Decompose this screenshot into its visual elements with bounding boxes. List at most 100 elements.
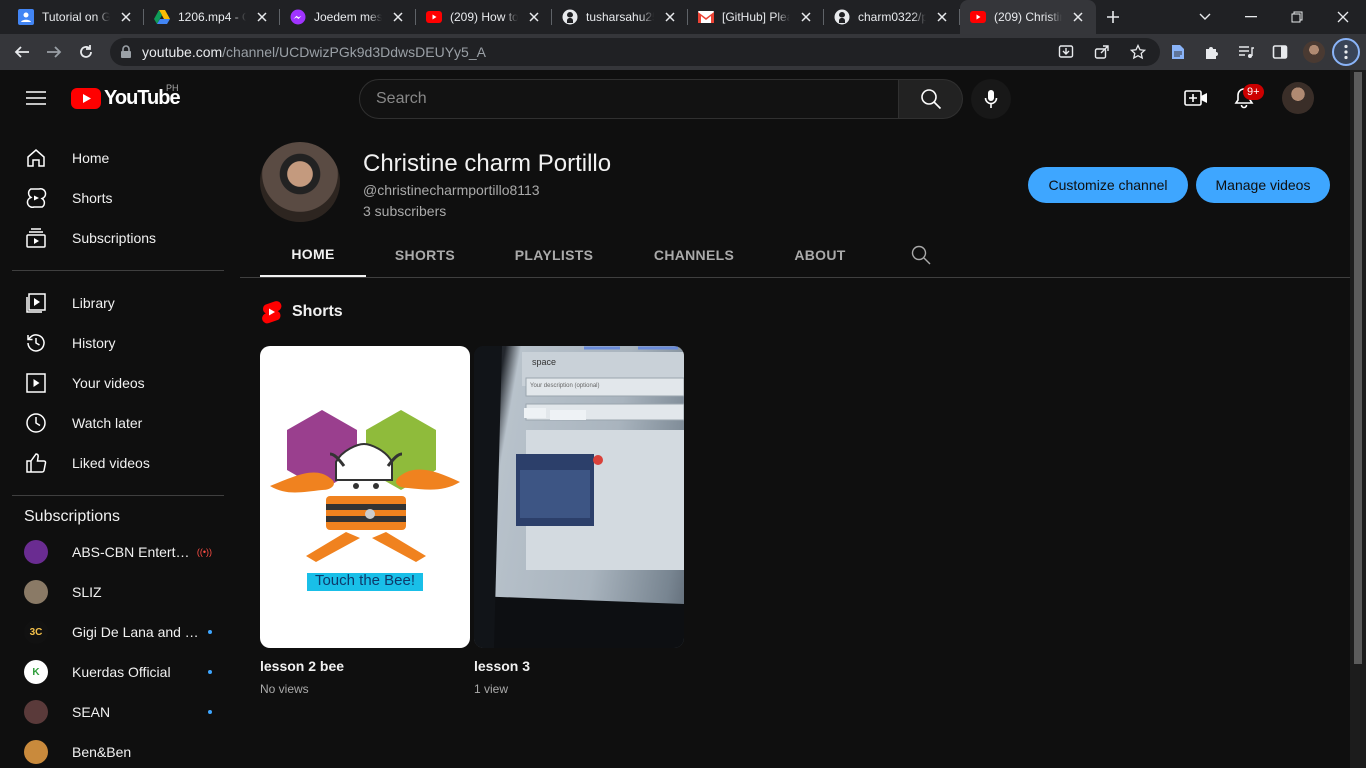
new-content-dot (208, 630, 212, 634)
account-avatar[interactable] (1282, 82, 1314, 114)
forward-arrow-icon[interactable] (38, 36, 70, 68)
side-panel-icon[interactable] (1264, 36, 1296, 68)
channel-tabs: HOME SHORTS PLAYLISTS CHANNELS ABOUT (260, 232, 966, 278)
tab-playlists[interactable]: PLAYLISTS (484, 232, 624, 278)
close-tab-icon[interactable] (798, 9, 814, 25)
gmail-icon (698, 9, 714, 25)
sidebar-item-shorts[interactable]: Shorts (12, 178, 224, 218)
browser-tab[interactable]: 1206.mp4 - G (144, 0, 280, 34)
address-bar[interactable]: youtube.com/channel/UCDwizPGk9d3DdwsDEUY… (110, 38, 1160, 66)
extensions-puzzle-icon[interactable] (1196, 36, 1228, 68)
reload-icon[interactable] (70, 36, 102, 68)
share-icon[interactable] (1086, 36, 1118, 68)
manage-videos-button[interactable]: Manage videos (1196, 167, 1330, 203)
short-title[interactable]: lesson 3 (474, 658, 684, 674)
sidebar-item-history[interactable]: History (12, 323, 224, 363)
close-tab-icon[interactable] (662, 9, 678, 25)
youtube-page: YouTube PH Search 9+ Home Shorts Subscript… (0, 70, 1350, 768)
close-tab-icon[interactable] (526, 9, 542, 25)
shorts-logo-icon (262, 301, 282, 324)
notifications-button[interactable]: 9+ (1224, 78, 1264, 118)
channel-name: Christine charm Portillo (363, 150, 612, 177)
search-box: Search (359, 79, 963, 119)
youtube-icon (970, 9, 986, 25)
customize-channel-button[interactable]: Customize channel (1028, 167, 1188, 203)
sidebar-item-watch-later[interactable]: Watch later (12, 403, 224, 443)
short-thumbnail[interactable]: Touch the Bee! (260, 346, 470, 648)
tab-title: [GitHub] Plea (722, 10, 790, 24)
close-tab-icon[interactable] (118, 9, 134, 25)
restore-button[interactable] (1274, 0, 1320, 34)
close-tab-icon[interactable] (1070, 9, 1086, 25)
bookmark-star-icon[interactable] (1122, 36, 1154, 68)
new-tab-button[interactable] (1096, 0, 1130, 34)
browser-tab[interactable]: Tutorial on Gi (8, 0, 144, 34)
docs-extension-icon[interactable] (1162, 36, 1194, 68)
sidebar-item-your-videos[interactable]: Your videos (12, 363, 224, 403)
browser-tab[interactable]: [GitHub] Plea (688, 0, 824, 34)
lock-icon[interactable] (120, 45, 132, 59)
browser-menu-icon[interactable] (1332, 38, 1360, 66)
menu-hamburger-icon[interactable] (20, 82, 52, 114)
subscription-item[interactable]: K Kuerdas Official (0, 652, 236, 692)
back-arrow-icon[interactable] (6, 36, 38, 68)
tab-title: Tutorial on Gi (42, 10, 110, 24)
profile-avatar-icon[interactable] (1298, 36, 1330, 68)
search-button[interactable] (899, 79, 963, 119)
tabs-divider (240, 277, 1350, 278)
sidebar-item-label: Home (72, 150, 110, 166)
subscription-item[interactable]: ABS-CBN Entertainment((•)) (0, 532, 236, 572)
short-views: 1 view (474, 682, 509, 696)
tab-title: (209) Christin (994, 10, 1062, 24)
short-thumbnail[interactable]: space Your description (optional) (474, 346, 684, 648)
shorts-heading-label: Shorts (292, 303, 343, 320)
media-queue-icon[interactable] (1230, 36, 1262, 68)
sidebar-item-home[interactable]: Home (12, 138, 224, 178)
browser-tab[interactable]: (209) Christin (960, 0, 1096, 34)
scrollbar-thumb[interactable] (1354, 72, 1362, 664)
browser-tab[interactable]: charm0322/p (824, 0, 960, 34)
channel-avatar[interactable] (260, 142, 340, 222)
microphone-icon (984, 90, 998, 108)
home-icon (24, 146, 48, 170)
channel-handle: @christinecharmportillo8113 (363, 182, 540, 198)
sidebar-item-liked-videos[interactable]: Liked videos (12, 443, 224, 483)
tab-home[interactable]: HOME (260, 232, 366, 278)
url-path: /channel/UCDwizPGk9d3DdwsDEUYy5_A (222, 44, 486, 60)
screen-photo-thumbnail-art (474, 346, 684, 648)
voice-search-button[interactable] (971, 79, 1011, 119)
notifications-badge: 9+ (1243, 84, 1264, 100)
sidebar-item-subscriptions[interactable]: Subscriptions (12, 218, 224, 258)
short-card[interactable]: space Your description (optional) lesson… (474, 346, 684, 696)
search-input[interactable]: Search (359, 79, 899, 119)
tab-title: charm0322/p (858, 10, 926, 24)
subscription-item[interactable]: Ben&Ben (0, 732, 236, 768)
close-tab-icon[interactable] (934, 9, 950, 25)
library-icon (24, 291, 48, 315)
tab-search-icon[interactable] (1182, 0, 1228, 34)
subscription-avatar: K (24, 660, 48, 684)
sidebar-item-library[interactable]: Library (12, 283, 224, 323)
close-tab-icon[interactable] (390, 9, 406, 25)
install-app-icon[interactable] (1050, 36, 1082, 68)
subscription-item[interactable]: SLIZ (0, 572, 236, 612)
browser-tab[interactable]: tusharsahu25 (552, 0, 688, 34)
search-icon (920, 89, 941, 110)
channel-search-icon[interactable] (876, 232, 966, 278)
browser-tab[interactable]: Joedem mess (280, 0, 416, 34)
close-tab-icon[interactable] (254, 9, 270, 25)
tab-channels[interactable]: CHANNELS (624, 232, 764, 278)
youtube-logo[interactable]: YouTube PH (71, 83, 181, 110)
subscription-item[interactable]: SEAN (0, 692, 236, 732)
short-card[interactable]: Touch the Bee! lesson 2 bee No views (260, 346, 470, 696)
browser-tab[interactable]: (209) How to (416, 0, 552, 34)
tab-shorts[interactable]: SHORTS (366, 232, 484, 278)
subscription-item[interactable]: 3C Gigi De Lana and The Gigi Vibes (0, 612, 236, 652)
close-window-button[interactable] (1320, 0, 1366, 34)
create-video-button[interactable] (1176, 78, 1216, 118)
short-title[interactable]: lesson 2 bee (260, 658, 470, 674)
minimize-button[interactable] (1228, 0, 1274, 34)
sidebar-item-label: Library (72, 295, 115, 311)
tab-about[interactable]: ABOUT (764, 232, 876, 278)
page-scrollbar[interactable] (1350, 70, 1366, 768)
